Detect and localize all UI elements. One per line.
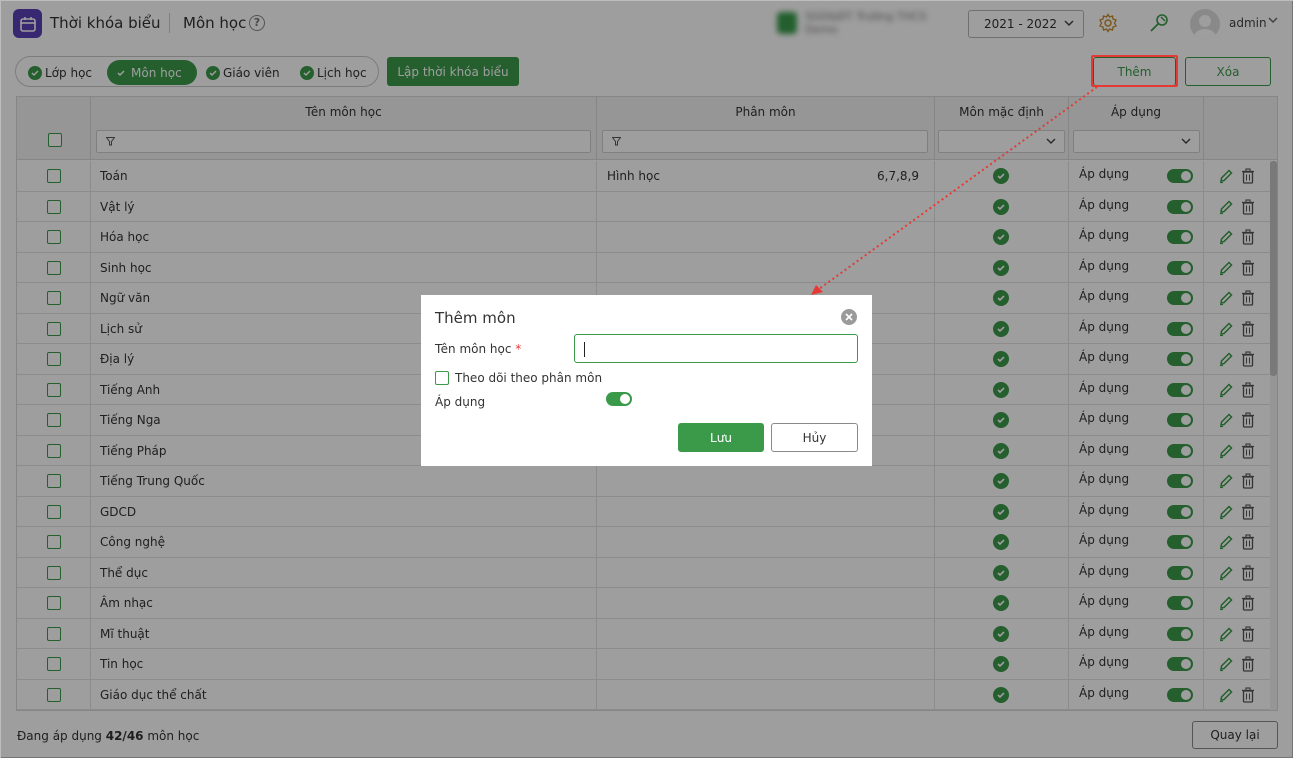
add-subject-dialog: Thêm môn Tên môn học * Theo dõi theo phâ…	[421, 295, 872, 466]
subject-name-label: Tên môn học *	[435, 342, 521, 356]
apply-label: Áp dụng	[435, 395, 486, 409]
text-caret	[584, 342, 585, 357]
required-mark: *	[515, 342, 522, 356]
app-frame: Thời khóa biểu Môn học ? SGD&ĐT Trường T…	[0, 0, 1293, 758]
dialog-title: Thêm môn	[435, 309, 516, 327]
save-button[interactable]: Lưu	[678, 423, 764, 452]
label-text: Tên môn học	[435, 342, 512, 356]
track-by-subdivision-checkbox[interactable]	[435, 371, 449, 385]
apply-toggle[interactable]	[606, 392, 632, 406]
track-by-subdivision-label: Theo dõi theo phân môn	[455, 371, 603, 385]
subject-name-input[interactable]	[574, 334, 858, 363]
cancel-button[interactable]: Hủy	[771, 423, 858, 452]
close-icon[interactable]	[841, 309, 857, 325]
